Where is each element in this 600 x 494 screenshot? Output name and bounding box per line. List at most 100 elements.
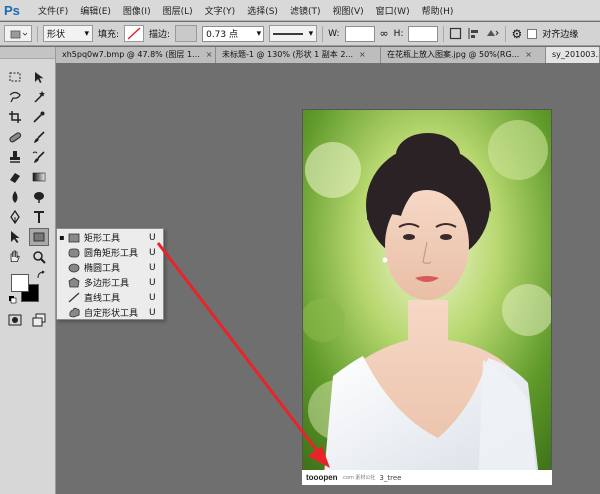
rectangle-icon <box>33 232 45 242</box>
menu-view[interactable]: 视图(V) <box>326 4 369 17</box>
tool-mode-value: 形状 <box>47 30 66 40</box>
arrow-shaft <box>156 242 320 453</box>
default-colors-icon[interactable] <box>8 295 18 305</box>
flyout-item-shortcut: U <box>149 307 156 318</box>
flyout-item-shortcut: U <box>149 277 156 288</box>
document-canvas-photo[interactable] <box>302 109 552 485</box>
rounded-rectangle-icon <box>67 247 81 259</box>
menu-select[interactable]: 选择(S) <box>241 4 284 17</box>
gear-icon[interactable]: ⚙ <box>511 27 522 41</box>
eyedropper-icon <box>33 111 45 123</box>
fill-swatch[interactable] <box>124 25 145 42</box>
dodge-tool[interactable] <box>30 189 48 205</box>
magic-wand-tool[interactable] <box>30 89 48 105</box>
hand-tool[interactable] <box>6 249 24 265</box>
lasso-icon <box>9 91 21 103</box>
document-tab[interactable]: 未标题-1 @ 130% (形状 1 副本 2... × <box>216 47 381 63</box>
stroke-label: 描边: <box>149 30 171 40</box>
tool-preset-picker[interactable] <box>4 25 32 42</box>
link-icon[interactable]: ∞ <box>380 27 389 40</box>
flyout-item-ellipse[interactable]: 椭圆工具 U <box>57 260 163 275</box>
toolbox-grip[interactable] <box>0 47 55 59</box>
quick-mask-button[interactable] <box>6 312 24 328</box>
eyedropper-tool[interactable] <box>30 109 48 125</box>
menu-filter[interactable]: 滤镜(T) <box>284 4 327 17</box>
flyout-item-shortcut: U <box>149 262 156 273</box>
align-edges-checkbox[interactable] <box>527 28 538 39</box>
stroke-swatch[interactable] <box>175 25 198 42</box>
menu-help[interactable]: 帮助(H) <box>416 4 460 17</box>
flyout-item-custom-shape[interactable]: 自定形状工具 U <box>57 305 163 320</box>
history-brush-tool[interactable] <box>30 149 48 165</box>
screen-mode-button[interactable] <box>30 312 48 328</box>
blur-tool[interactable] <box>6 189 24 205</box>
close-icon[interactable]: × <box>525 47 532 63</box>
marquee-icon <box>9 72 21 82</box>
flyout-item-rectangle[interactable]: ▪ 矩形工具 U <box>57 230 163 245</box>
magic-wand-icon <box>34 91 45 103</box>
flyout-item-line[interactable]: 直线工具 U <box>57 290 163 305</box>
ellipse-icon <box>67 262 81 274</box>
swap-colors-icon[interactable] <box>36 270 46 280</box>
menu-bar: Ps 文件(F) 编辑(E) 图像(I) 图层(L) 文字(Y) 选择(S) 滤… <box>0 0 600 21</box>
flyout-item-label: 圆角矩形工具 <box>84 249 139 259</box>
menu-edit[interactable]: 编辑(E) <box>74 4 117 17</box>
menu-image[interactable]: 图像(I) <box>117 4 157 17</box>
document-tab[interactable]: 在花瓶上放入图案.jpg @ 50%(RG... × <box>381 47 546 63</box>
brush-tool[interactable] <box>30 129 48 145</box>
path-operations-icon[interactable] <box>449 27 462 40</box>
no-fill-icon <box>127 27 141 40</box>
healing-brush-tool[interactable] <box>6 129 24 145</box>
type-tool[interactable] <box>30 209 48 225</box>
watermark-logo: tooopen <box>306 473 338 482</box>
menu-type[interactable]: 文字(Y) <box>199 4 242 17</box>
separator <box>443 25 445 42</box>
document-tab-label: xh5pq0w7.bmp @ 47.8% (图层 1... <box>62 50 200 59</box>
screen-mode-icon <box>32 313 46 327</box>
bandage-icon <box>9 132 22 143</box>
gradient-tool[interactable] <box>30 169 48 185</box>
pen-tool[interactable] <box>6 209 24 225</box>
close-icon[interactable]: × <box>359 47 366 63</box>
width-label: W: <box>328 28 340 39</box>
polygon-icon <box>67 277 81 289</box>
photo-watermark: tooopen .com 素材公社 3_tree <box>302 470 552 485</box>
move-tool[interactable] <box>30 69 48 85</box>
height-input[interactable] <box>408 25 439 42</box>
clone-stamp-tool[interactable] <box>6 149 24 165</box>
stroke-type-select[interactable]: ▾ <box>269 25 318 42</box>
flyout-item-label: 直线工具 <box>84 294 121 304</box>
zoom-tool[interactable] <box>30 249 48 265</box>
flyout-item-polygon[interactable]: 多边形工具 U <box>57 275 163 290</box>
menu-file[interactable]: 文件(F) <box>32 4 74 17</box>
crop-tool[interactable] <box>6 109 24 125</box>
path-selection-tool[interactable] <box>6 229 24 245</box>
type-icon <box>34 211 44 223</box>
portrait-photo <box>303 110 551 484</box>
document-tab-bar: xh5pq0w7.bmp @ 47.8% (图层 1... × 未标题-1 @ … <box>56 47 600 63</box>
eraser-tool[interactable] <box>6 169 24 185</box>
selected-bullet: ▪ <box>59 233 65 242</box>
document-tab-active[interactable]: sy_201003... <box>546 47 600 63</box>
watermark-id: 3_tree <box>379 473 402 482</box>
menu-layer[interactable]: 图层(L) <box>157 4 199 17</box>
separator <box>505 25 507 42</box>
menu-window[interactable]: 窗口(W) <box>370 4 416 17</box>
align-edges-label: 对齐边缘 <box>542 30 579 40</box>
chevron-down-icon: ▾ <box>256 28 262 39</box>
height-label: H: <box>393 28 404 39</box>
lasso-tool[interactable] <box>6 89 24 105</box>
document-tab[interactable]: xh5pq0w7.bmp @ 47.8% (图层 1... × <box>56 47 216 63</box>
marquee-tool[interactable] <box>6 69 24 85</box>
flyout-item-label: 多边形工具 <box>84 279 130 289</box>
crop-icon <box>9 111 21 123</box>
rectangle-tool[interactable] <box>29 228 49 246</box>
path-arrangement-icon[interactable] <box>485 27 500 40</box>
path-alignment-icon[interactable] <box>467 27 480 40</box>
tool-mode-select[interactable]: 形状 ▾ <box>43 25 93 42</box>
close-icon[interactable]: × <box>206 47 213 63</box>
foreground-color-swatch[interactable] <box>11 274 29 292</box>
stroke-width-input[interactable]: 0.73 点 ▾ <box>202 25 265 42</box>
flyout-item-rounded-rectangle[interactable]: 圆角矩形工具 U <box>57 245 163 260</box>
width-input[interactable] <box>344 25 375 42</box>
